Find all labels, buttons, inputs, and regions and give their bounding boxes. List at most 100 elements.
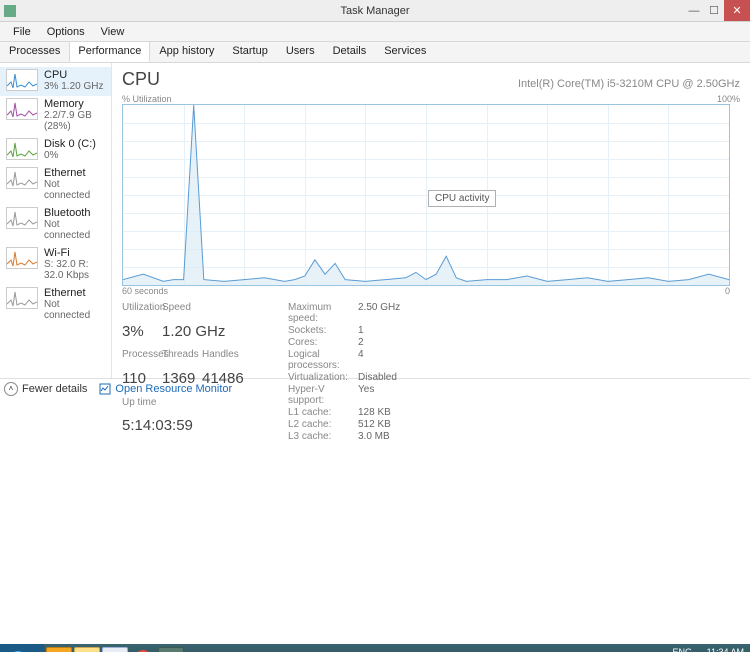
stat-label: Sockets: <box>288 325 358 336</box>
stat-label: Virtualization: <box>288 372 358 383</box>
system-tray: ▴ 📶 🔊 ▮ ENG US 11:34 AM 2018-01-14 <box>617 648 750 652</box>
sidebar-item-sub: 3% 1.20 GHz <box>44 81 103 92</box>
stat-label: Logical processors: <box>288 349 358 371</box>
stats-right: Maximum speed:2.50 GHzSockets:1Cores:2Lo… <box>288 302 400 442</box>
stat-value: 128 KB <box>358 407 400 418</box>
stat-value: Yes <box>358 384 400 406</box>
sidebar-thumb-icon <box>6 138 38 160</box>
stat-label: L1 cache: <box>288 407 358 418</box>
tab-app-history[interactable]: App history <box>150 42 223 62</box>
maximize-button[interactable]: ☐ <box>704 0 724 21</box>
stat-label: L2 cache: <box>288 419 358 430</box>
sidebar-item-ethernet[interactable]: Ethernet Not connected <box>0 165 111 205</box>
value-utilization: 3% <box>122 323 162 348</box>
sidebar-item-sub: Not connected <box>44 179 105 201</box>
sidebar-item-sub: 0% <box>44 150 96 161</box>
stat-label: Cores: <box>288 337 358 348</box>
stat-label: L3 cache: <box>288 431 358 442</box>
sidebar-item-title: Ethernet <box>44 167 105 179</box>
stat-value: 3.0 MB <box>358 431 400 442</box>
tab-services[interactable]: Services <box>375 42 435 62</box>
menu-options[interactable]: Options <box>39 26 93 38</box>
taskbar-explorer-icon[interactable]: 📁 <box>74 647 100 652</box>
fewer-details-label: Fewer details <box>22 383 87 395</box>
perf-main: CPU Intel(R) Core(TM) i5-3210M CPU @ 2.5… <box>112 63 750 378</box>
sidebar-thumb-icon <box>6 167 38 189</box>
value-handles: 41486 <box>202 370 248 395</box>
value-speed: 1.20 GHz <box>162 323 248 348</box>
tray-lang[interactable]: ENG US <box>672 648 692 652</box>
stat-label: Maximum speed: <box>288 302 358 324</box>
tab-processes[interactable]: Processes <box>0 42 69 62</box>
sidebar-item-title: Memory <box>44 98 105 110</box>
perf-sidebar: CPU 3% 1.20 GHz Memory 2.2/7.9 GB (28%) … <box>0 63 112 378</box>
menu-view[interactable]: View <box>93 26 133 38</box>
label-handles: Handles <box>202 349 248 368</box>
tab-details[interactable]: Details <box>324 42 376 62</box>
sidebar-item-sub: Not connected <box>44 219 105 241</box>
label-uptime: Up time <box>122 397 248 416</box>
cpu-chart <box>122 104 730 286</box>
taskbar-vlc-icon[interactable]: ▲ <box>46 647 72 652</box>
menubar: File Options View <box>0 22 750 42</box>
sidebar-item-title: Wi-Fi <box>44 247 105 259</box>
label-processes: Processes <box>122 349 162 368</box>
chart-tooltip: CPU activity <box>428 190 496 207</box>
sidebar-item-cpu[interactable]: CPU 3% 1.20 GHz <box>0 67 111 96</box>
sidebar-item-title: CPU <box>44 69 103 81</box>
close-button[interactable]: ✕ <box>724 0 750 21</box>
window-title: Task Manager <box>0 5 750 17</box>
taskbar-app-icon[interactable] <box>158 647 184 652</box>
chevron-up-icon: ˄ <box>4 382 18 396</box>
value-uptime: 5:14:03:59 <box>122 417 248 442</box>
sidebar-thumb-icon <box>6 69 38 91</box>
page-title: CPU <box>122 69 160 90</box>
menu-file[interactable]: File <box>5 26 39 38</box>
sidebar-thumb-icon <box>6 207 38 229</box>
tray-clock[interactable]: 11:34 AM 2018-01-14 <box>698 648 744 652</box>
stats-left: Utilization Speed 3% 1.20 GHz Processes … <box>122 302 248 442</box>
sidebar-item-title: Bluetooth <box>44 207 105 219</box>
value-processes: 110 <box>122 370 162 395</box>
sidebar-item-ethernet[interactable]: Ethernet Not connected <box>0 285 111 325</box>
start-button[interactable] <box>0 644 44 652</box>
taskbar-word-icon[interactable]: W <box>102 647 128 652</box>
chart-ymax: 100% <box>717 94 740 104</box>
tab-performance[interactable]: Performance <box>69 42 150 62</box>
cpu-model: Intel(R) Core(TM) i5-3210M CPU @ 2.50GHz <box>518 78 740 90</box>
resource-monitor-icon <box>99 383 111 395</box>
stat-value: 512 KB <box>358 419 400 430</box>
chart-ylabel: % Utilization <box>122 94 172 104</box>
stat-label: Hyper-V support: <box>288 384 358 406</box>
stat-value: 2.50 GHz <box>358 302 400 324</box>
tab-users[interactable]: Users <box>277 42 324 62</box>
sidebar-item-memory[interactable]: Memory 2.2/7.9 GB (28%) <box>0 96 111 136</box>
label-speed: Speed <box>162 302 202 321</box>
fewer-details-button[interactable]: ˄ Fewer details <box>4 382 87 396</box>
stat-value: 4 <box>358 349 400 371</box>
sidebar-item-disk-0-c-[interactable]: Disk 0 (C:) 0% <box>0 136 111 165</box>
sidebar-item-bluetooth[interactable]: Bluetooth Not connected <box>0 205 111 245</box>
sidebar-thumb-icon <box>6 98 38 120</box>
sidebar-item-sub: Not connected <box>44 299 105 321</box>
sidebar-item-wi-fi[interactable]: Wi-Fi S: 32.0 R: 32.0 Kbps <box>0 245 111 285</box>
sidebar-thumb-icon <box>6 247 38 269</box>
sidebar-thumb-icon <box>6 287 38 309</box>
minimize-button[interactable]: — <box>684 0 704 21</box>
label-threads: Threads <box>162 349 202 368</box>
sidebar-item-sub: S: 32.0 R: 32.0 Kbps <box>44 259 105 281</box>
tab-startup[interactable]: Startup <box>223 42 276 62</box>
taskbar-chrome-icon[interactable] <box>130 647 156 652</box>
titlebar: Task Manager — ☐ ✕ <box>0 0 750 22</box>
stat-value: Disabled <box>358 372 400 383</box>
tab-bar: Processes Performance App history Startu… <box>0 42 750 63</box>
taskbar: ▲ 📁 W ▴ 📶 🔊 ▮ ENG US 11:34 AM 2018-01-14 <box>0 644 750 652</box>
stat-value: 1 <box>358 325 400 336</box>
label-utilization: Utilization <box>122 302 162 321</box>
stat-value: 2 <box>358 337 400 348</box>
sidebar-item-title: Disk 0 (C:) <box>44 138 96 150</box>
value-threads: 1369 <box>162 370 202 395</box>
sidebar-item-title: Ethernet <box>44 287 105 299</box>
chart-xmax: 60 seconds <box>122 286 168 296</box>
chart-xmin: 0 <box>725 286 730 296</box>
